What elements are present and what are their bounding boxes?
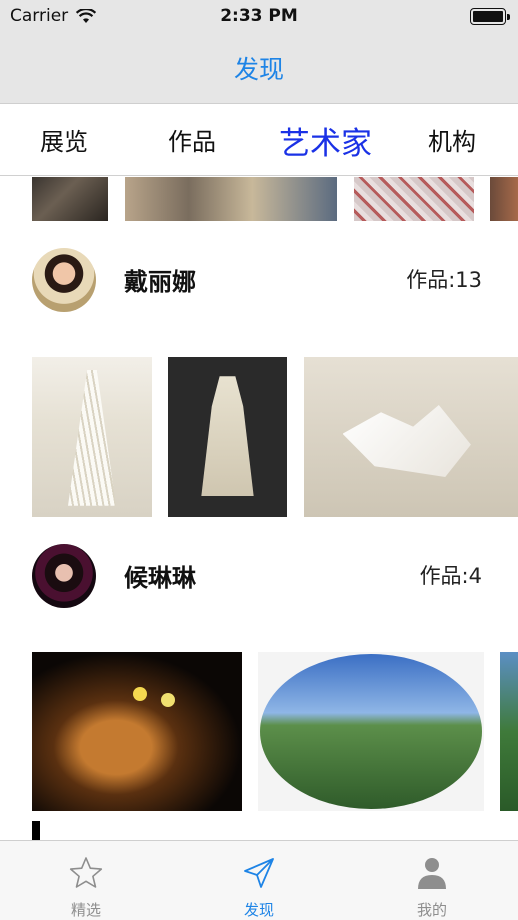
artwork-thumbnail[interactable] [32,357,152,517]
tab-mine[interactable]: 我的 [346,841,518,920]
page-title: 发现 [233,55,284,84]
artwork-thumbnail[interactable] [354,177,474,221]
artwork-thumbnail[interactable] [125,177,337,221]
artwork-thumbnail[interactable] [304,357,518,517]
artwork-thumbnail[interactable] [490,177,518,221]
status-bar: Carrier 2:33 PM [0,0,518,34]
tab-exhibitions[interactable]: 展览 [40,122,88,157]
avatar[interactable] [32,544,96,608]
tab-label: 精选 [70,901,101,919]
artwork-thumbnail[interactable] [258,652,484,811]
artist-row[interactable]: 候琳琳 作品:4 [0,536,518,616]
person-icon [418,858,446,889]
bottom-tab-bar: 精选 发现 我的 [0,840,518,920]
works-count: 作品:13 [406,268,482,292]
tab-discover[interactable]: 发现 [173,841,345,920]
artist-list[interactable]: 戴丽娜 作品:13 候琳琳 作品:4 [0,177,518,840]
star-icon [69,857,103,888]
tab-featured[interactable]: 精选 [0,841,172,920]
artwork-thumbnail[interactable] [32,177,108,221]
tab-works[interactable]: 作品 [168,122,216,157]
paper-plane-icon [244,858,274,888]
tab-institutions[interactable]: 机构 [428,122,476,157]
status-time: 2:33 PM [220,6,298,26]
works-count: 作品:4 [419,564,482,588]
artwork-thumbnail[interactable] [32,652,242,811]
artist-name: 候琳琳 [124,564,196,592]
category-tabs: 展览 作品 艺术家 机构 [0,104,518,176]
tab-label: 我的 [416,901,447,919]
artist-row[interactable]: 戴丽娜 作品:13 [0,240,518,320]
tab-artists[interactable]: 艺术家 [279,118,372,163]
battery-icon [470,8,510,25]
artwork-thumbnail[interactable] [168,357,287,517]
navigation-bar: Carrier 2:33 PM 发现 [0,0,518,104]
tab-label: 发现 [243,901,274,919]
artist-name: 戴丽娜 [124,268,196,296]
artwork-thumbnail[interactable] [500,652,518,811]
scroll-indicator [32,821,40,840]
avatar[interactable] [32,248,96,312]
